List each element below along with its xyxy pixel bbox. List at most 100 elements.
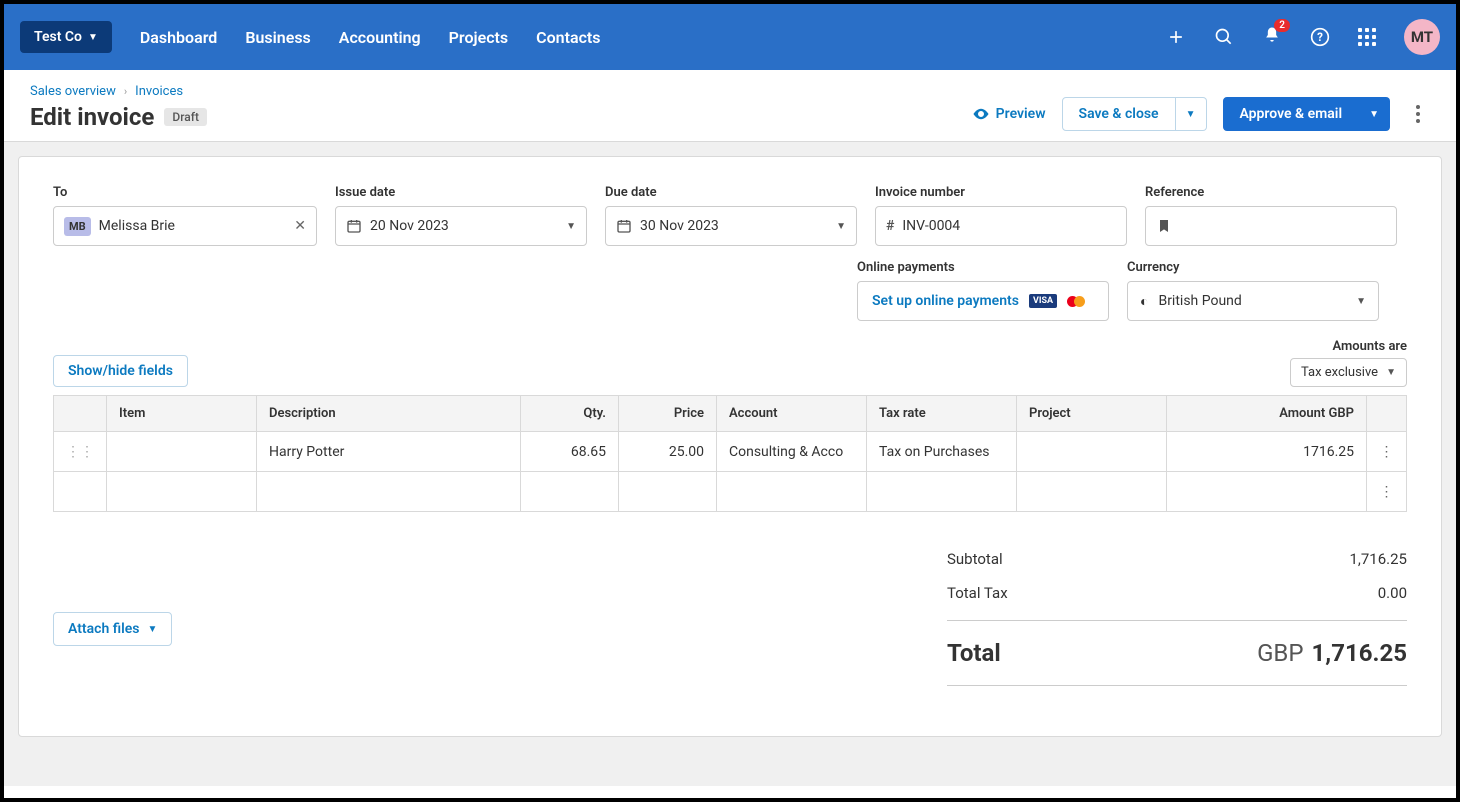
invoice-card: To MB Melissa Brie ✕ Issue date 20 Nov 2… bbox=[18, 156, 1442, 737]
top-nav: Test Co ▼ Dashboard Business Accounting … bbox=[4, 4, 1456, 70]
search-icon[interactable] bbox=[1214, 27, 1234, 47]
org-name: Test Co bbox=[34, 29, 82, 45]
cell-description[interactable] bbox=[257, 472, 521, 512]
more-menu[interactable] bbox=[1406, 105, 1430, 123]
amounts-are-select[interactable]: Tax exclusive ▼ bbox=[1290, 358, 1407, 387]
row-menu[interactable]: ⋮ bbox=[1367, 472, 1407, 512]
card-footer: Attach files ▼ Subtotal1,716.25 Total Ta… bbox=[53, 542, 1407, 696]
cell-tax[interactable]: Tax on Purchases bbox=[867, 432, 1017, 472]
totals: Subtotal1,716.25 Total Tax0.00 Total GBP… bbox=[947, 542, 1407, 696]
plus-icon[interactable] bbox=[1166, 27, 1186, 47]
save-close-dropdown[interactable]: ▼ bbox=[1176, 97, 1207, 131]
nav-contacts[interactable]: Contacts bbox=[536, 28, 600, 47]
cell-amount[interactable] bbox=[1167, 472, 1367, 512]
totaltax-value: 0.00 bbox=[1378, 584, 1407, 602]
totaltax-label: Total Tax bbox=[947, 584, 1008, 602]
cell-project[interactable] bbox=[1017, 432, 1167, 472]
invoice-number-value: INV-0004 bbox=[902, 218, 1116, 234]
to-input[interactable]: MB Melissa Brie ✕ bbox=[53, 206, 317, 246]
amounts-are-label: Amounts are bbox=[1332, 339, 1407, 354]
show-hide-fields-button[interactable]: Show/hide fields bbox=[53, 355, 188, 387]
help-icon[interactable]: ? bbox=[1310, 27, 1330, 47]
cell-description[interactable]: Harry Potter bbox=[257, 432, 521, 472]
drag-handle[interactable] bbox=[54, 472, 107, 512]
approve-email-dropdown[interactable]: ▼ bbox=[1359, 97, 1390, 131]
cell-item[interactable] bbox=[107, 432, 257, 472]
chevron-down-icon: ▼ bbox=[147, 624, 157, 635]
form-row-2: Online payments Set up online payments V… bbox=[857, 260, 1407, 321]
chevron-down-icon: ▼ bbox=[88, 32, 98, 43]
row-menu[interactable]: ⋮ bbox=[1367, 432, 1407, 472]
total-currency: GBP bbox=[1257, 639, 1303, 667]
contact-chip: MB bbox=[64, 217, 91, 236]
field-to: To MB Melissa Brie ✕ bbox=[53, 185, 317, 246]
chevron-down-icon: ▼ bbox=[1186, 109, 1196, 120]
due-date-label: Due date bbox=[605, 185, 857, 200]
notifications-button[interactable]: 2 bbox=[1262, 25, 1282, 49]
cell-qty[interactable] bbox=[521, 472, 619, 512]
eye-icon bbox=[972, 105, 990, 123]
preview-label: Preview bbox=[996, 106, 1046, 122]
columns-control-row: Show/hide fields Amounts are Tax exclusi… bbox=[53, 339, 1407, 387]
col-account: Account bbox=[717, 396, 867, 432]
breadcrumb-invoices[interactable]: Invoices bbox=[135, 84, 183, 99]
content-area: To MB Melissa Brie ✕ Issue date 20 Nov 2… bbox=[4, 142, 1456, 786]
col-amount: Amount GBP bbox=[1167, 396, 1367, 432]
table-row: ⋮⋮ Harry Potter 68.65 25.00 Consulting &… bbox=[54, 432, 1407, 472]
nav-links: Dashboard Business Accounting Projects C… bbox=[140, 28, 601, 47]
calendar-icon bbox=[616, 218, 632, 234]
setup-online-payments-button[interactable]: Set up online payments VISA bbox=[857, 281, 1109, 321]
nav-icons: 2 ? MT bbox=[1166, 19, 1440, 55]
chevron-down-icon: ▼ bbox=[566, 221, 576, 232]
col-actions bbox=[1367, 396, 1407, 432]
cell-price[interactable]: 25.00 bbox=[619, 432, 717, 472]
cell-account[interactable] bbox=[717, 472, 867, 512]
currency-icon: ◐ bbox=[1140, 293, 1148, 310]
due-date-input[interactable]: 30 Nov 2023 ▼ bbox=[605, 206, 857, 246]
preview-button[interactable]: Preview bbox=[972, 105, 1046, 123]
header-actions: Preview Save & close ▼ Approve & email ▼ bbox=[972, 97, 1430, 131]
cell-qty[interactable]: 68.65 bbox=[521, 432, 619, 472]
col-tax: Tax rate bbox=[867, 396, 1017, 432]
col-qty: Qty. bbox=[521, 396, 619, 432]
approve-email-group: Approve & email ▼ bbox=[1223, 97, 1391, 131]
to-value: Melissa Brie bbox=[99, 218, 287, 234]
nav-business[interactable]: Business bbox=[245, 28, 310, 47]
to-label: To bbox=[53, 185, 317, 200]
apps-icon[interactable] bbox=[1358, 28, 1376, 46]
org-switcher[interactable]: Test Co ▼ bbox=[20, 21, 112, 53]
issue-date-label: Issue date bbox=[335, 185, 587, 200]
online-payments-label: Online payments bbox=[857, 260, 1109, 275]
hash-icon: # bbox=[886, 218, 894, 234]
page-title: Edit invoice Draft bbox=[30, 103, 207, 131]
invoice-number-input[interactable]: # INV-0004 bbox=[875, 206, 1127, 246]
cell-account[interactable]: Consulting & Acco bbox=[717, 432, 867, 472]
save-close-group: Save & close ▼ bbox=[1062, 97, 1207, 131]
nav-dashboard[interactable]: Dashboard bbox=[140, 28, 217, 47]
save-close-button[interactable]: Save & close bbox=[1062, 97, 1176, 131]
cell-tax[interactable] bbox=[867, 472, 1017, 512]
attach-files-button[interactable]: Attach files ▼ bbox=[53, 612, 172, 646]
cell-project[interactable] bbox=[1017, 472, 1167, 512]
drag-handle[interactable]: ⋮⋮ bbox=[54, 432, 107, 472]
chevron-right-icon: › bbox=[124, 85, 127, 98]
avatar[interactable]: MT bbox=[1404, 19, 1440, 55]
nav-accounting[interactable]: Accounting bbox=[339, 28, 421, 47]
clear-to-icon[interactable]: ✕ bbox=[294, 218, 306, 234]
reference-input[interactable] bbox=[1145, 206, 1397, 246]
line-items-table: Item Description Qty. Price Account Tax … bbox=[53, 395, 1407, 512]
cell-amount[interactable]: 1716.25 bbox=[1167, 432, 1367, 472]
breadcrumb-sales[interactable]: Sales overview bbox=[30, 84, 116, 99]
mastercard-icon bbox=[1067, 296, 1085, 307]
cell-item[interactable] bbox=[107, 472, 257, 512]
total-label: Total bbox=[947, 639, 1001, 667]
nav-projects[interactable]: Projects bbox=[449, 28, 509, 47]
issue-date-input[interactable]: 20 Nov 2023 ▼ bbox=[335, 206, 587, 246]
approve-email-button[interactable]: Approve & email bbox=[1223, 97, 1360, 131]
amounts-are-value: Tax exclusive bbox=[1301, 365, 1378, 380]
cell-price[interactable] bbox=[619, 472, 717, 512]
currency-select[interactable]: ◐ British Pound ▼ bbox=[1127, 281, 1379, 321]
col-drag bbox=[54, 396, 107, 432]
online-payments-link-text: Set up online payments bbox=[872, 293, 1019, 309]
col-project: Project bbox=[1017, 396, 1167, 432]
